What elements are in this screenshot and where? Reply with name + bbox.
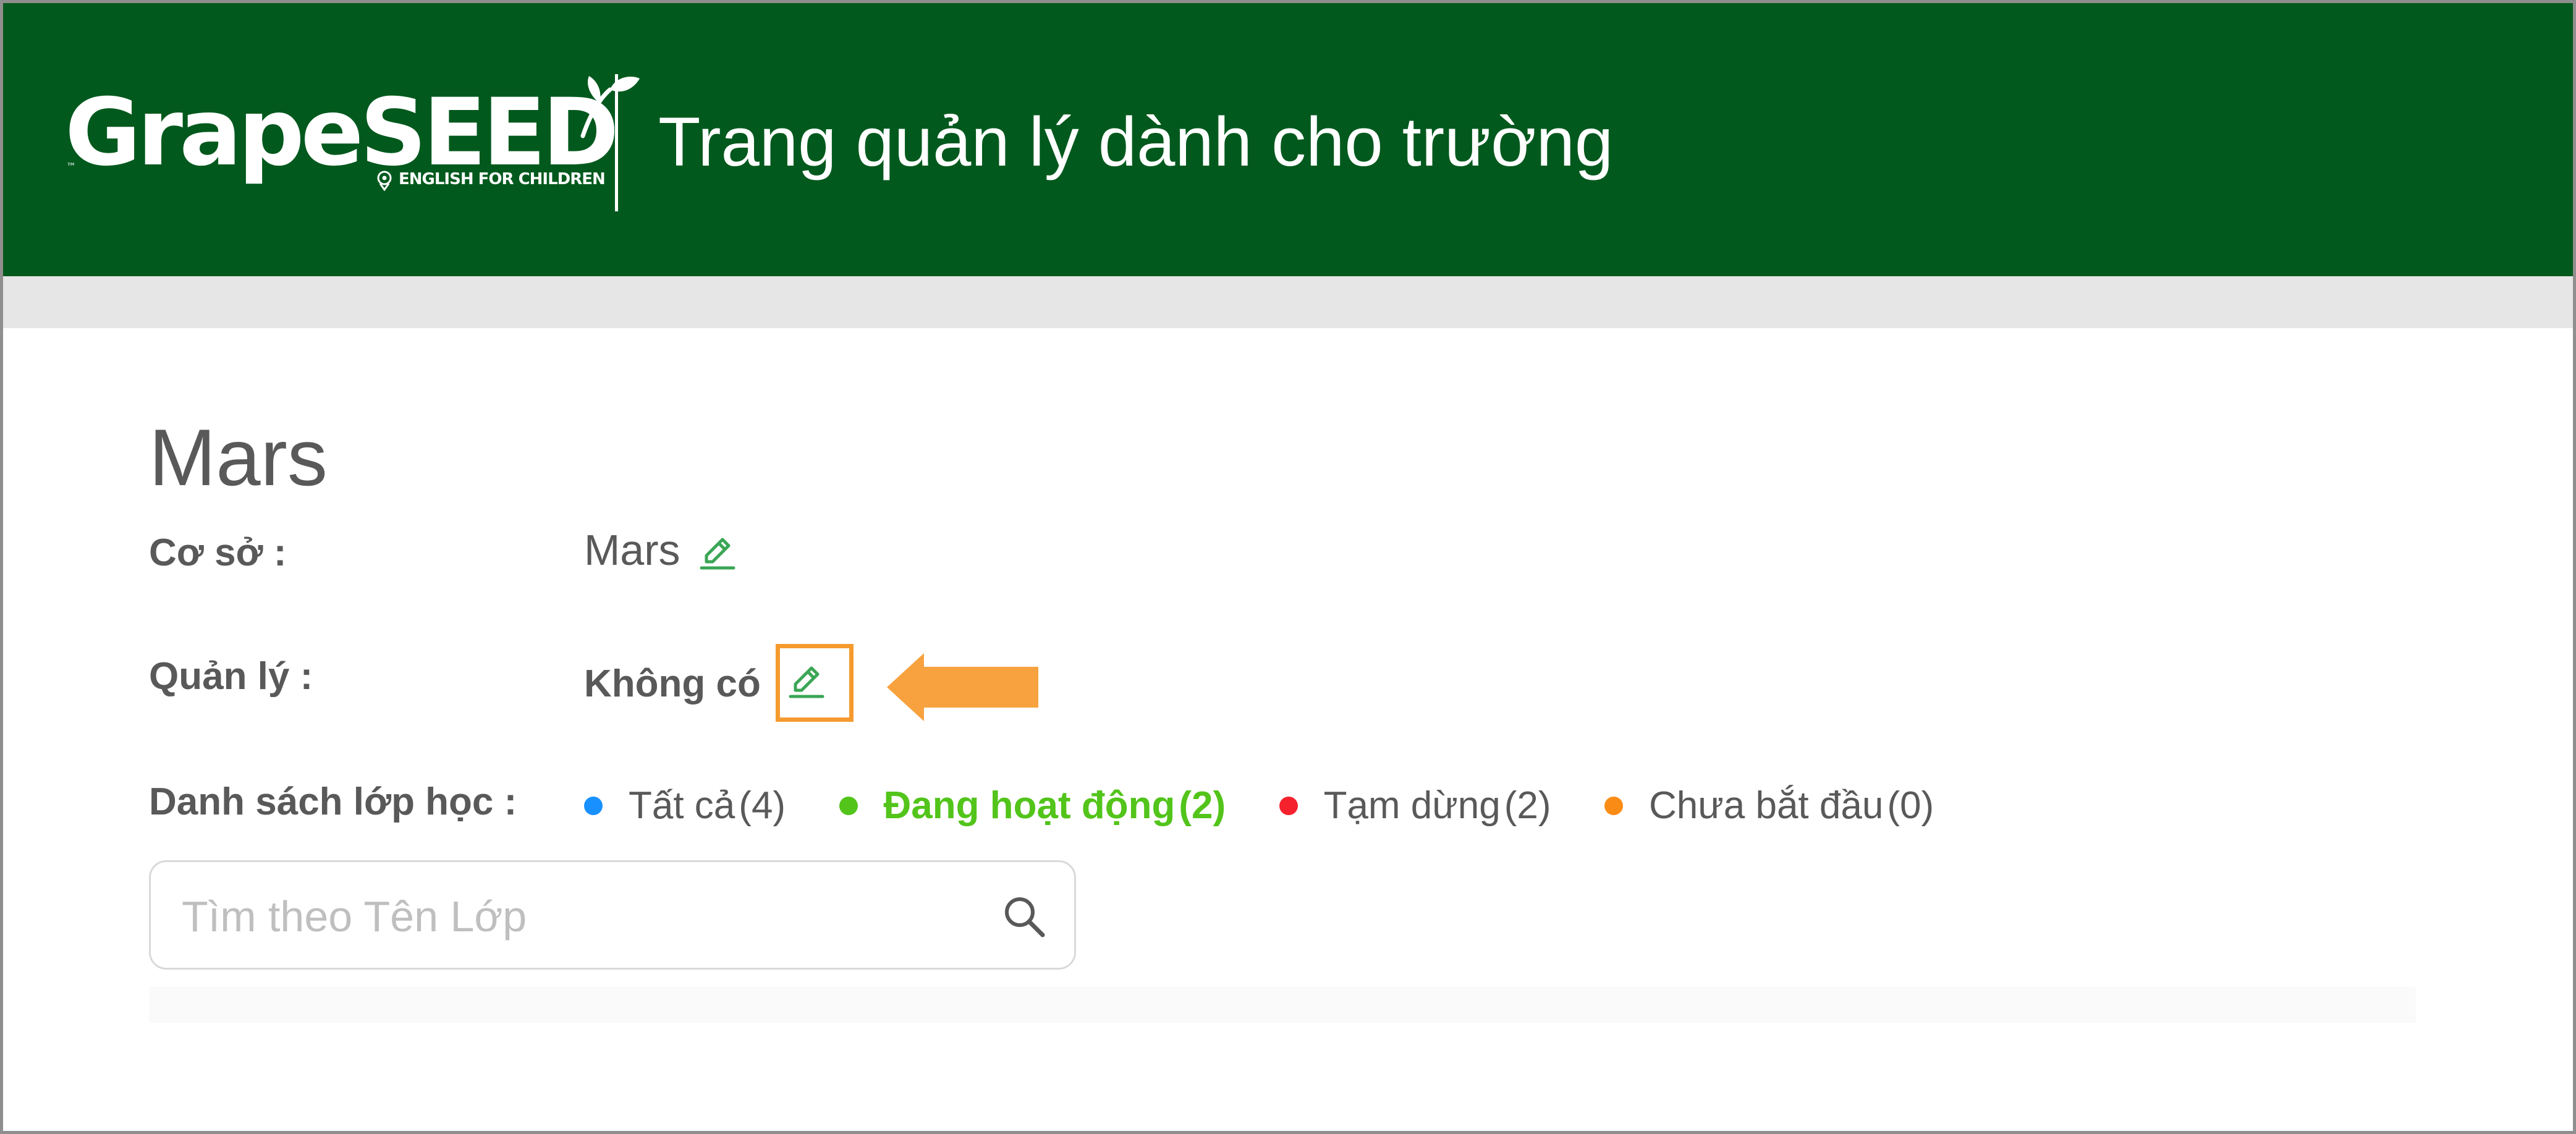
filter-count: (4) <box>739 784 786 827</box>
class-list-label: Danh sách lớp học : <box>149 781 517 823</box>
campus-edit-icon[interactable] <box>698 528 737 572</box>
status-dot-blue-icon <box>584 797 603 815</box>
class-status-filters: Tất cả (4) Đang hoạt động (2) Tạm dừng (… <box>584 778 1934 834</box>
manager-label: Quản lý : <box>149 655 313 698</box>
location-pin-icon <box>377 171 392 191</box>
arrow-left-icon <box>887 653 1038 721</box>
filter-count: (0) <box>1887 784 1934 827</box>
sprout-icon <box>580 76 640 138</box>
status-dot-green-icon <box>839 797 858 815</box>
page-frame: GrapeSEED ™ ENGLISH FOR CHILDREN Trang q… <box>0 0 2576 1134</box>
header-subbar <box>3 276 2573 328</box>
page-title: Mars <box>149 412 328 502</box>
logo-tagline: ENGLISH FOR CHILDREN <box>399 170 606 188</box>
header-divider <box>615 74 618 211</box>
filter-count: (2) <box>1179 784 1226 827</box>
filter-not-started[interactable]: Chưa bắt đầu (0) <box>1604 778 1934 834</box>
status-dot-red-icon <box>1279 797 1298 815</box>
search-icon[interactable] <box>1001 893 1048 940</box>
filter-label: Tất cả <box>629 784 735 827</box>
class-table-header <box>149 987 2416 1023</box>
app-header: GrapeSEED ™ ENGLISH FOR CHILDREN Trang q… <box>3 3 2573 276</box>
search-input[interactable] <box>182 879 985 954</box>
filter-label: Tạm dừng <box>1323 784 1501 827</box>
grapeseed-logo[interactable]: GrapeSEED ™ ENGLISH FOR CHILDREN <box>65 71 640 195</box>
manager-edit-icon[interactable] <box>787 657 826 700</box>
status-dot-orange-icon <box>1604 797 1623 815</box>
logo-trademark: ™ <box>66 161 76 172</box>
header-title: Trang quản lý dành cho trường <box>658 103 1614 180</box>
filter-label: Đang hoạt động <box>883 784 1176 827</box>
filter-count: (2) <box>1504 784 1551 827</box>
filter-paused[interactable]: Tạm dừng (2) <box>1279 778 1551 834</box>
manager-value: Không có <box>584 662 761 705</box>
campus-value: Mars <box>584 526 680 574</box>
filter-label: Chưa bắt đầu <box>1649 784 1884 827</box>
search-box <box>149 860 1076 970</box>
filter-all[interactable]: Tất cả (4) <box>584 778 786 834</box>
filter-active[interactable]: Đang hoạt động (2) <box>839 778 1226 834</box>
campus-label: Cơ sở : <box>149 531 287 574</box>
